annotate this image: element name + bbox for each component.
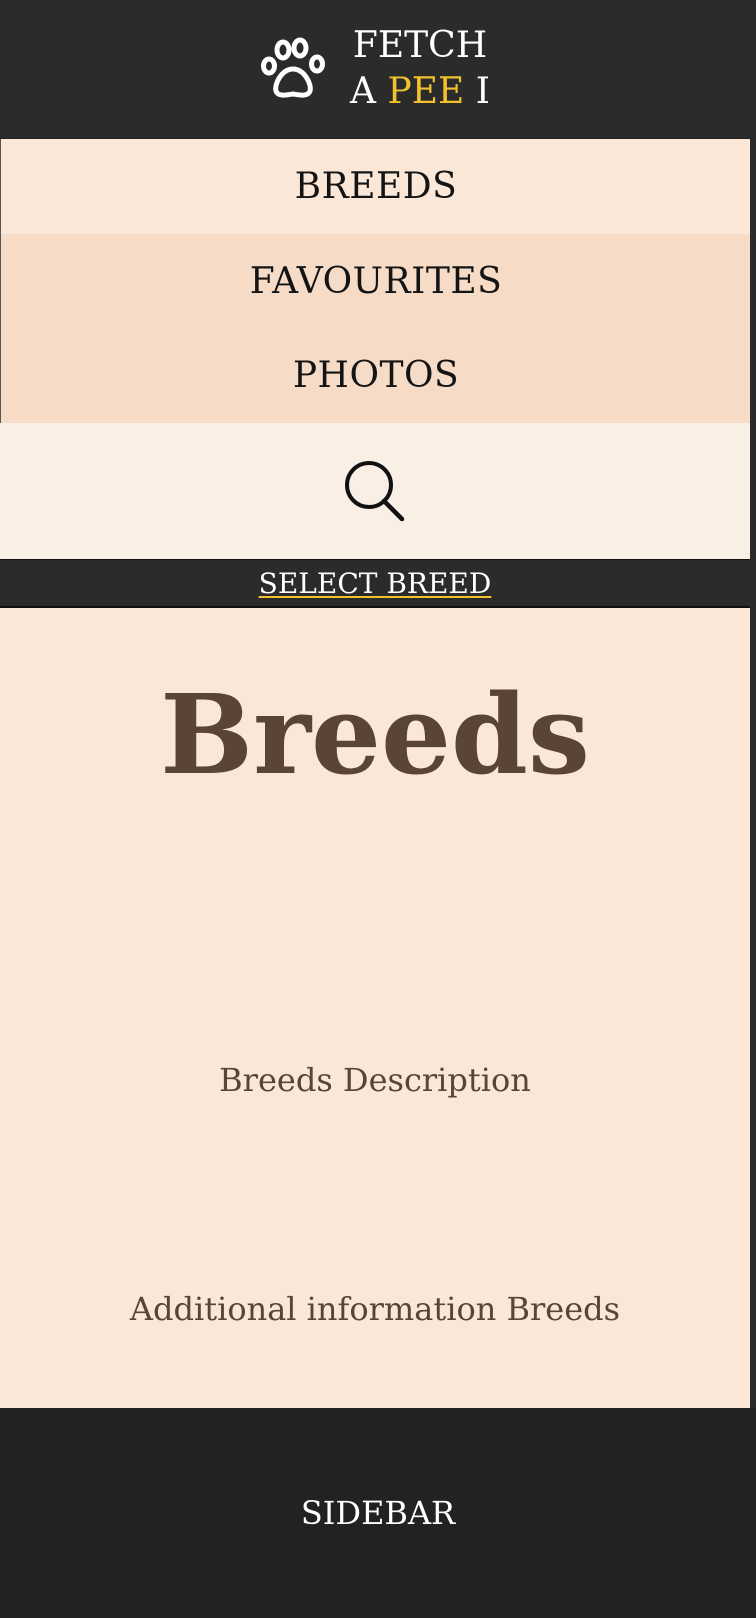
header: FETCH A PEE I (0, 0, 750, 138)
brand-name: FETCH A PEE I (350, 23, 490, 115)
search-icon[interactable] (342, 458, 408, 524)
select-breed-bar: SELECT BREED (0, 560, 750, 608)
page-title: Breeds (160, 670, 590, 799)
page-edge (750, 0, 756, 1408)
breeds-description: Breeds Description (219, 1061, 531, 1099)
page: FETCH A PEE I BREEDS FAVOURITES PHOTOS S… (0, 0, 756, 1618)
brand-line-2-b: I (475, 71, 490, 112)
nav-item-photos[interactable]: PHOTOS (0, 328, 751, 423)
sidebar: SIDEBAR (0, 1408, 756, 1618)
select-breed-link[interactable]: SELECT BREED (259, 567, 492, 600)
brand-line-2: A PEE I (350, 69, 490, 115)
brand-line-2-a: A (350, 71, 377, 112)
search-area (0, 423, 750, 560)
nav-item-favourites[interactable]: FAVOURITES (0, 234, 751, 329)
logo[interactable]: FETCH A PEE I (260, 23, 490, 115)
main-content: Breeds Breeds Description Additional inf… (0, 608, 750, 1408)
sidebar-label: SIDEBAR (300, 1494, 456, 1532)
brand-line-1: FETCH (352, 25, 488, 66)
additional-information: Additional information Breeds (129, 1290, 621, 1328)
nav-item-breeds[interactable]: BREEDS (0, 139, 751, 234)
brand-line-2-accent: PEE (387, 71, 465, 112)
paw-icon (261, 37, 326, 98)
